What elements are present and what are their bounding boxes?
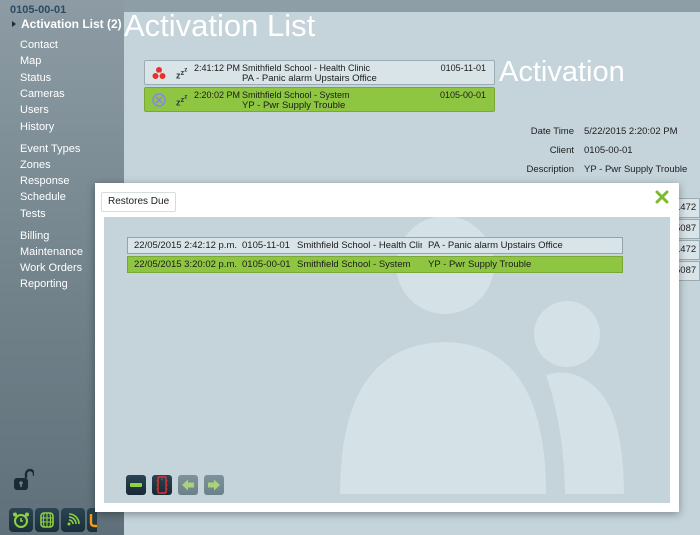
alarm-clock-icon [13, 512, 29, 528]
sidebar-item-work-orders[interactable]: Work Orders [20, 262, 82, 274]
sidebar-item-tests[interactable]: Tests [20, 208, 46, 220]
restores-list: 22/05/2015 2:42:12 p.m. 0105-11-01 Smith… [127, 237, 623, 275]
sidebar-item-billing[interactable]: Billing [20, 230, 49, 242]
sidebar-item-reporting[interactable]: Reporting [20, 278, 68, 290]
arrow-right-icon [208, 479, 220, 491]
dialog-body: 22/05/2015 2:42:12 p.m. 0105-11-01 Smith… [104, 217, 670, 503]
close-icon[interactable] [655, 190, 669, 204]
sidebar-item-map[interactable]: Map [20, 55, 41, 67]
minus-icon [130, 483, 142, 487]
activation-event: YP - Pwr Supply Trouble [242, 100, 346, 111]
restore-datetime: 22/05/2015 3:20:02 p.m. [134, 259, 237, 270]
sidebar-item-zones[interactable]: Zones [20, 159, 51, 171]
phone-icon [89, 514, 97, 528]
restore-datetime: 22/05/2015 2:42:12 p.m. [134, 240, 237, 251]
radiation-icon [152, 67, 166, 79]
minimize-button[interactable] [126, 475, 146, 495]
restore-description: PA - Panic alarm Upstairs Office [428, 240, 563, 251]
activation-row[interactable]: zzz 2:41:12 PM Smithfield School - Healt… [144, 60, 495, 85]
circle-x-icon [152, 93, 166, 107]
restore-row[interactable]: 22/05/2015 3:20:02 p.m. 0105-00-01 Smith… [127, 256, 623, 273]
phone-device-icon [156, 476, 168, 494]
signal-icon [67, 513, 80, 526]
sleep-icon: zzz [176, 93, 188, 108]
client-label: Client [549, 145, 574, 156]
sidebar-item-response[interactable]: Response [20, 175, 70, 187]
globe-icon [40, 512, 54, 528]
unlock-icon[interactable] [12, 468, 36, 492]
restore-row[interactable]: 22/05/2015 2:42:12 p.m. 0105-11-01 Smith… [127, 237, 623, 254]
restore-name: Smithfield School - Health Clir [297, 240, 422, 251]
sidebar-item-maintenance[interactable]: Maintenance [20, 246, 83, 258]
sidebar-item-schedule[interactable]: Schedule [20, 191, 66, 203]
caret-right-icon [12, 21, 16, 27]
activation-heading: Activation [499, 56, 625, 88]
client-id: 0105-00-01 [10, 4, 67, 16]
description-value: YP - Pwr Supply Trouble [584, 164, 688, 175]
activation-client: 0105-11-01 [440, 63, 486, 73]
restore-client: 0105-11-01 [242, 240, 290, 251]
sidebar-item-event-types[interactable]: Event Types [20, 143, 80, 155]
activation-row[interactable]: zzz 2:20:02 PM Smithfield School - Syste… [144, 87, 495, 112]
page-title: Activation List [124, 8, 316, 43]
restores-due-dialog: Restores Due 22/05/2015 2:42:12 p.m. 010… [95, 183, 679, 512]
sidebar-item-label: Activation List (2) [21, 17, 122, 31]
activation-time: 2:20:02 PM [194, 90, 241, 100]
sidebar-item-cameras[interactable]: Cameras [20, 88, 65, 100]
date-time-label: Date Time [530, 126, 574, 137]
arrow-left-icon [182, 479, 194, 491]
alarm-clock-button[interactable] [9, 508, 33, 532]
activation-site: Smithfield School - Health Clinic [242, 63, 371, 73]
sidebar-item-history[interactable]: History [20, 121, 54, 133]
restore-client: 0105-00-01 [242, 259, 291, 270]
client-value: 0105-00-01 [584, 145, 633, 156]
restore-description: YP - Pwr Supply Trouble [428, 259, 532, 270]
sidebar-item-activation-list[interactable]: Activation List (2) [12, 17, 122, 31]
activation-site: Smithfield School - System [242, 90, 350, 100]
activation-event: PA - Panic alarm Upstairs Office [242, 73, 377, 84]
sidebar-item-contact[interactable]: Contact [20, 39, 58, 51]
sleep-icon: zzz [176, 66, 188, 81]
signal-button[interactable] [61, 508, 85, 532]
globe-button[interactable] [35, 508, 59, 532]
previous-button[interactable] [178, 475, 198, 495]
tab-restores-due[interactable]: Restores Due [101, 192, 177, 212]
date-time-value: 5/22/2015 2:20:02 PM [584, 126, 678, 137]
next-button[interactable] [204, 475, 224, 495]
sidebar-item-status[interactable]: Status [20, 72, 51, 84]
sidebar-item-users[interactable]: Users [20, 104, 49, 116]
description-label: Description [526, 164, 574, 175]
device-button[interactable] [152, 475, 172, 495]
activation-list: zzz 2:41:12 PM Smithfield School - Healt… [144, 60, 495, 114]
activation-client: 0105-00-01 [439, 90, 486, 100]
activation-time: 2:41:12 PM [194, 63, 241, 73]
restore-name: Smithfield School - System [297, 259, 411, 270]
